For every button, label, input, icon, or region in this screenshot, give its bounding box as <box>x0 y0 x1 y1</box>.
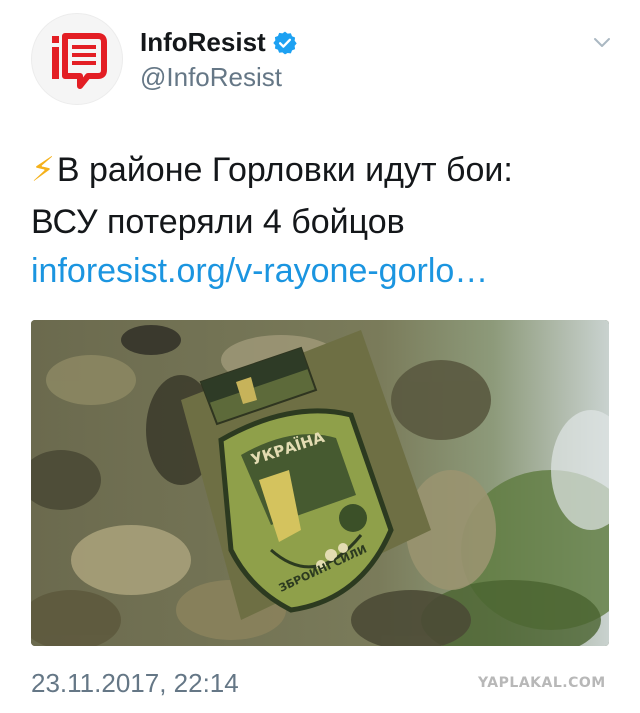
tweet-text: ⚡В районе Горловки идут бои: ВСУ потерял… <box>31 144 616 248</box>
military-sleeve-patch-photo-icon: УКРАЇНА ЗБРОЙНІ СИЛИ <box>31 320 609 646</box>
tweet-timestamp[interactable]: 23.11.2017, 22:14 <box>31 668 239 699</box>
tweet-text-line1: В районе Горловки идут бои: <box>56 151 513 189</box>
author-avatar[interactable] <box>31 13 123 105</box>
verified-badge-icon <box>272 31 297 54</box>
author-handle[interactable]: @InfoResist <box>140 62 282 93</box>
inforesist-logo-icon <box>52 33 107 89</box>
author-name-row[interactable]: InfoResist <box>140 27 298 58</box>
tweet-text-line2: ВСУ потеряли 4 бойцов <box>31 203 405 241</box>
chevron-down-icon[interactable] <box>592 36 612 50</box>
watermark: YAPLAKAL.COM <box>478 675 606 691</box>
lightning-emoji-icon: ⚡ <box>31 151 55 189</box>
author-display-name[interactable]: InfoResist <box>140 27 266 58</box>
tweet-link[interactable]: inforesist.org/v-rayone-gorlo… <box>31 252 488 291</box>
tweet-media-image[interactable]: УКРАЇНА ЗБРОЙНІ СИЛИ <box>31 320 609 646</box>
